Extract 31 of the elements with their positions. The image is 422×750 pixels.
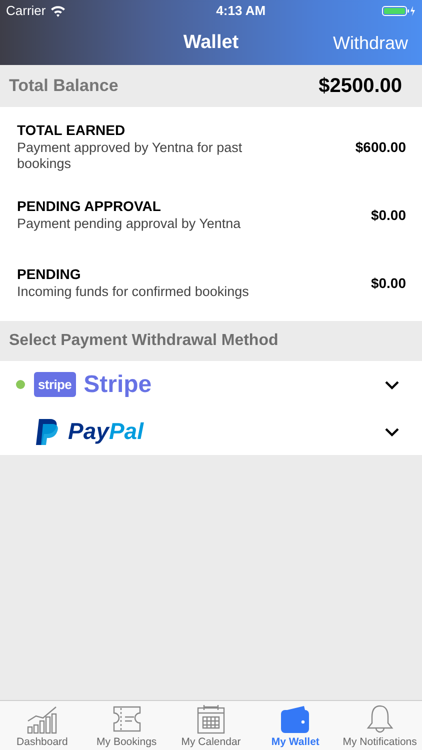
tab-item[interactable]: My Calendar	[168, 701, 254, 750]
payment-method-item[interactable]: stripe Stripe	[0, 361, 422, 408]
entry-description: Payment approved by Yentna for past bookings	[17, 140, 244, 172]
balance-amount: $2500.00	[318, 74, 402, 98]
entry-title: PENDING	[17, 266, 82, 282]
stripe-logo-badge: stripe	[34, 372, 76, 397]
withdraw-button[interactable]: Withdraw	[332, 32, 408, 54]
status-time: 4:13 AM	[216, 3, 266, 18]
tab-item[interactable]: My Bookings	[84, 701, 169, 750]
entry-amount: $600.00	[355, 139, 406, 155]
balance-label: Total Balance	[9, 76, 118, 96]
nav-title: Wallet	[183, 32, 239, 54]
paypal-logo-icon	[34, 416, 60, 446]
chevron-down-icon[interactable]	[384, 426, 400, 436]
section-header: Select Payment Withdrawal Method	[8, 331, 280, 351]
entry-title: TOTAL EARNED	[17, 122, 126, 138]
tab-item[interactable]: Dashboard	[0, 701, 84, 750]
carrier-label: Carrier	[6, 3, 46, 18]
entry-description: Incoming funds for confirmed bookings	[17, 284, 249, 300]
payment-method-item[interactable]: PayPal	[0, 408, 422, 455]
tab-item[interactable]: My Wallet	[253, 701, 338, 750]
battery-icon	[382, 4, 416, 16]
tab-item[interactable]: My Notifications	[338, 701, 422, 750]
chevron-down-icon[interactable]	[384, 380, 400, 390]
entry-amount: $0.00	[370, 207, 406, 223]
entry-title: PENDING APPROVAL	[17, 198, 162, 214]
method-name: Stripe	[84, 370, 152, 398]
entry-description: Payment pending approval by Yentna	[17, 216, 241, 232]
entry-amount: $0.00	[370, 275, 406, 291]
method-name: PayPal	[68, 418, 144, 445]
wifi-icon	[50, 4, 66, 16]
